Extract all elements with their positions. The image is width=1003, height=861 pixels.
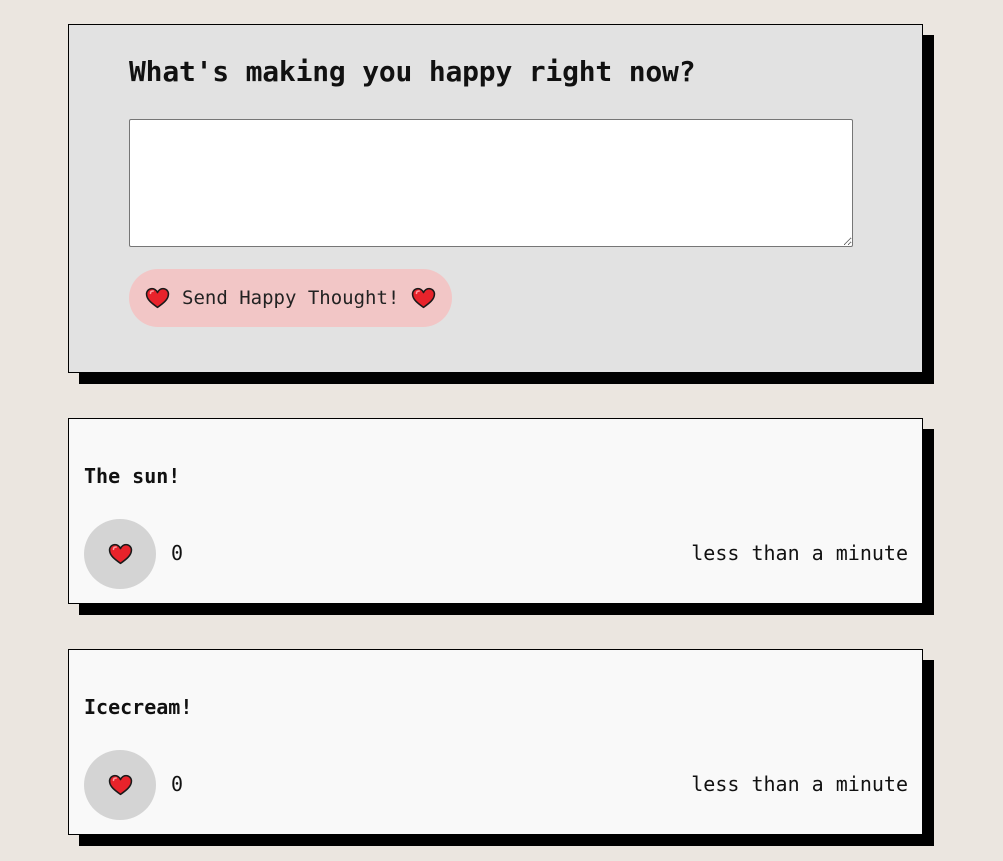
thought-text: The sun! [84,464,181,488]
heart-icon [108,543,133,565]
thought-card: The sun! 0 less than a minute [68,418,923,604]
like-button[interactable] [84,750,156,820]
send-button-label: Send Happy Thought! [182,287,400,309]
thought-timestamp: less than a minute [691,772,908,796]
thought-timestamp: less than a minute [691,541,908,565]
heart-icon [411,287,436,309]
thought-input[interactable] [129,119,853,247]
like-button[interactable] [84,519,156,589]
thought-card: Icecream! 0 less than a minute [68,649,923,835]
heart-icon [145,287,170,309]
thought-text: Icecream! [84,695,193,719]
heart-icon [108,774,133,796]
like-count: 0 [171,772,184,796]
send-happy-thought-button[interactable]: Send Happy Thought! [129,269,453,327]
happy-thought-form: What's making you happy right now? Send … [68,24,923,373]
like-count: 0 [171,541,184,565]
form-title: What's making you happy right now? [129,55,696,88]
